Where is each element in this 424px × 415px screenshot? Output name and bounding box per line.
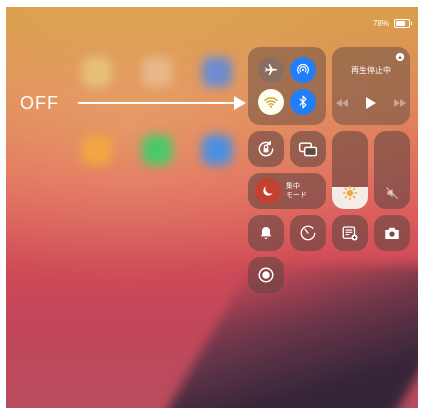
blurred-app-icon	[142, 135, 172, 165]
rewind-icon[interactable]	[336, 99, 348, 107]
wifi-icon	[264, 97, 278, 108]
wifi-toggle[interactable]	[258, 89, 284, 115]
wallpaper-shape	[152, 265, 418, 408]
volume-slider[interactable]	[374, 131, 410, 209]
annotation-arrow	[78, 96, 246, 110]
notes-button[interactable]	[332, 215, 368, 251]
mute-speaker-icon	[385, 186, 399, 200]
media-module[interactable]: 再生停止中	[332, 47, 410, 125]
focus-mode-label: 集中 モード	[286, 182, 307, 200]
screen-mirroring-icon	[298, 142, 318, 157]
record-icon	[258, 267, 274, 283]
fast-forward-icon[interactable]	[394, 99, 406, 107]
play-icon[interactable]	[366, 97, 376, 109]
airplay-icon[interactable]	[395, 52, 405, 62]
blurred-app-icon	[202, 135, 232, 165]
battery-icon	[394, 19, 412, 28]
camera-icon	[385, 227, 399, 239]
connectivity-module	[248, 47, 326, 125]
timer-icon	[300, 225, 316, 241]
airplane-mode-toggle[interactable]	[258, 57, 284, 83]
focus-mode-circle	[255, 178, 281, 204]
focus-mode-line1: 集中	[286, 183, 300, 190]
silent-mode-button[interactable]	[248, 215, 284, 251]
timer-button[interactable]	[290, 215, 326, 251]
brightness-slider[interactable]	[332, 131, 368, 209]
focus-mode-line2: モード	[286, 192, 307, 199]
blurred-app-icon	[82, 57, 112, 87]
camera-button[interactable]	[374, 215, 410, 251]
battery-percent: 78%	[372, 19, 389, 28]
focus-mode-button[interactable]: 集中 モード	[248, 173, 326, 209]
quick-note-icon	[342, 226, 358, 241]
airdrop-toggle[interactable]	[290, 57, 316, 83]
airplane-icon	[265, 64, 277, 76]
status-bar: 78%	[372, 19, 412, 28]
media-status: 再生停止中	[351, 66, 391, 75]
sun-icon	[342, 185, 358, 201]
blurred-app-icon	[202, 57, 232, 87]
screen-mirroring-button[interactable]	[290, 131, 326, 167]
airdrop-icon	[297, 63, 309, 74]
blurred-app-icon	[142, 57, 172, 87]
orientation-lock-button[interactable]	[248, 131, 284, 167]
screen-recording-button[interactable]	[248, 257, 284, 293]
blurred-app-icon	[82, 135, 112, 165]
moon-icon	[263, 186, 273, 196]
bell-icon	[260, 227, 272, 239]
annotation-label: OFF	[20, 93, 59, 113]
bluetooth-icon	[299, 95, 307, 109]
orientation-lock-icon	[258, 140, 274, 157]
bluetooth-toggle[interactable]	[290, 89, 316, 115]
